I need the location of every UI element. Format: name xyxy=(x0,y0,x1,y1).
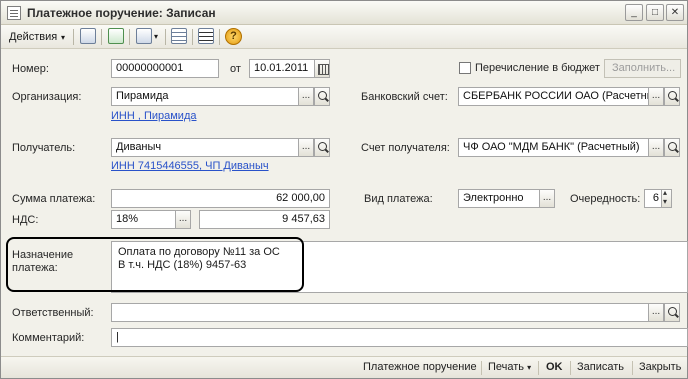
print-form-button[interactable]: Платежное поручение xyxy=(363,361,477,373)
search-icon[interactable] xyxy=(314,138,330,157)
priority-label: Очередность: xyxy=(570,193,641,205)
search-icon[interactable] xyxy=(664,303,680,322)
comment-field[interactable]: | xyxy=(111,328,688,347)
vat-rate-select-button[interactable]: ... xyxy=(175,210,191,229)
number-field[interactable]: 00000000001 xyxy=(111,59,219,78)
recipient-account-select-button[interactable]: ... xyxy=(648,138,664,157)
recipient-label: Получатель: xyxy=(12,142,76,154)
recipient-account-field[interactable]: ЧФ ОАО "МДМ БАНК" (Расчетный) xyxy=(458,138,649,157)
save-button[interactable]: Записать xyxy=(577,361,624,373)
document-icon xyxy=(7,6,21,20)
responsible-field[interactable] xyxy=(111,303,649,322)
priority-field[interactable]: 6 xyxy=(644,189,662,208)
number-label: Номер: xyxy=(12,63,49,75)
amount-label: Сумма платежа: xyxy=(12,193,96,205)
ok-button[interactable]: OK xyxy=(546,361,563,373)
table-icon[interactable] xyxy=(198,28,214,44)
search-icon[interactable] xyxy=(314,87,330,106)
organization-field[interactable]: Пирамида xyxy=(111,87,299,106)
refresh-icon[interactable] xyxy=(108,28,124,44)
minimize-button[interactable]: _ xyxy=(625,4,643,21)
chevron-down-icon: ▾ xyxy=(61,33,66,42)
bank-account-select-button[interactable]: ... xyxy=(648,87,664,106)
bottom-action-bar: Платежное поручение Печать ▾ OK Записать… xyxy=(1,356,687,378)
priority-stepper-icon[interactable] xyxy=(661,188,672,208)
bottom-separator xyxy=(481,361,482,375)
print-menu-button[interactable]: Печать ▾ xyxy=(488,361,531,373)
comment-label: Комментарий: xyxy=(12,332,85,344)
purpose-line-1: Оплата по договору №11 за ОС xyxy=(118,246,280,258)
window-title: Платежное поручение: Записан xyxy=(27,6,216,20)
recipient-field[interactable]: Диваныч xyxy=(111,138,299,157)
bottom-separator xyxy=(538,361,539,375)
payment-type-select-button[interactable]: ... xyxy=(539,189,555,208)
move-to-icon[interactable] xyxy=(136,28,152,44)
help-icon[interactable]: ? xyxy=(225,28,242,45)
payment-order-window: Платежное поручение: Записан _ □ ✕ Дейст… xyxy=(0,0,688,379)
add-row-icon[interactable] xyxy=(80,28,96,44)
print-menu-label: Печать xyxy=(488,361,525,373)
responsible-select-button[interactable]: ... xyxy=(648,303,664,322)
purpose-label-line1: Назначение xyxy=(12,249,74,261)
text-cursor: | xyxy=(116,331,119,343)
budget-transfer-label: Перечисление в бюджет xyxy=(475,62,600,74)
vat-amount-field[interactable]: 9 457,63 xyxy=(199,210,330,229)
date-prefix-label: от xyxy=(230,63,241,75)
close-window-button[interactable]: ✕ xyxy=(666,4,684,21)
purpose-line-2: В т.ч. НДС (18%) 9457-63 xyxy=(118,259,247,271)
payment-type-label: Вид платежа: xyxy=(364,193,433,205)
toolbar-separator xyxy=(73,29,74,45)
purpose-textarea[interactable]: Оплата по договору №11 за ОС В т.ч. НДС … xyxy=(111,241,688,293)
purpose-label-line2: платежа: xyxy=(12,262,58,274)
close-button[interactable]: Закрыть xyxy=(639,361,681,373)
responsible-label: Ответственный: xyxy=(12,307,94,319)
fill-button[interactable]: Заполнить... xyxy=(604,59,681,78)
search-icon[interactable] xyxy=(664,138,680,157)
actions-menu-label: Действия xyxy=(9,31,58,43)
chevron-down-icon[interactable]: ▾ xyxy=(154,32,158,41)
vat-rate-field[interactable]: 18% xyxy=(111,210,176,229)
actions-menu-button[interactable]: Действия ▾ xyxy=(4,28,70,48)
calendar-icon[interactable] xyxy=(314,59,330,78)
organization-select-button[interactable]: ... xyxy=(298,87,314,106)
vat-label: НДС: xyxy=(12,214,39,226)
toolbar-separator xyxy=(192,29,193,45)
toolbar-separator xyxy=(219,29,220,45)
bottom-separator xyxy=(632,361,633,375)
document-list-icon[interactable] xyxy=(171,28,187,44)
recipient-select-button[interactable]: ... xyxy=(298,138,314,157)
date-field[interactable]: 10.01.2011 xyxy=(249,59,315,78)
amount-field[interactable]: 62 000,00 xyxy=(111,189,330,208)
toolbar-separator xyxy=(165,29,166,45)
toolbar-separator xyxy=(101,29,102,45)
chevron-down-icon: ▾ xyxy=(527,363,532,372)
bank-account-label: Банковский счет: xyxy=(361,91,448,103)
recipient-inn-link[interactable]: ИНН 7415446555, ЧП Диваныч xyxy=(111,160,269,172)
recipient-account-label: Счет получателя: xyxy=(361,142,450,154)
budget-transfer-checkbox[interactable] xyxy=(459,62,471,74)
payment-type-field[interactable]: Электронно xyxy=(458,189,540,208)
title-bar: Платежное поручение: Записан _ □ ✕ xyxy=(1,1,687,25)
organization-label: Организация: xyxy=(12,91,82,103)
bank-account-field[interactable]: СБЕРБАНК РОССИИ ОАО (Расчетнь xyxy=(458,87,649,106)
toolbar: Действия ▾ ▾ ? xyxy=(1,25,687,49)
search-icon[interactable] xyxy=(664,87,680,106)
organization-inn-link[interactable]: ИНН , Пирамида xyxy=(111,110,197,122)
maximize-button[interactable]: □ xyxy=(646,4,664,21)
toolbar-separator xyxy=(129,29,130,45)
bottom-separator xyxy=(570,361,571,375)
